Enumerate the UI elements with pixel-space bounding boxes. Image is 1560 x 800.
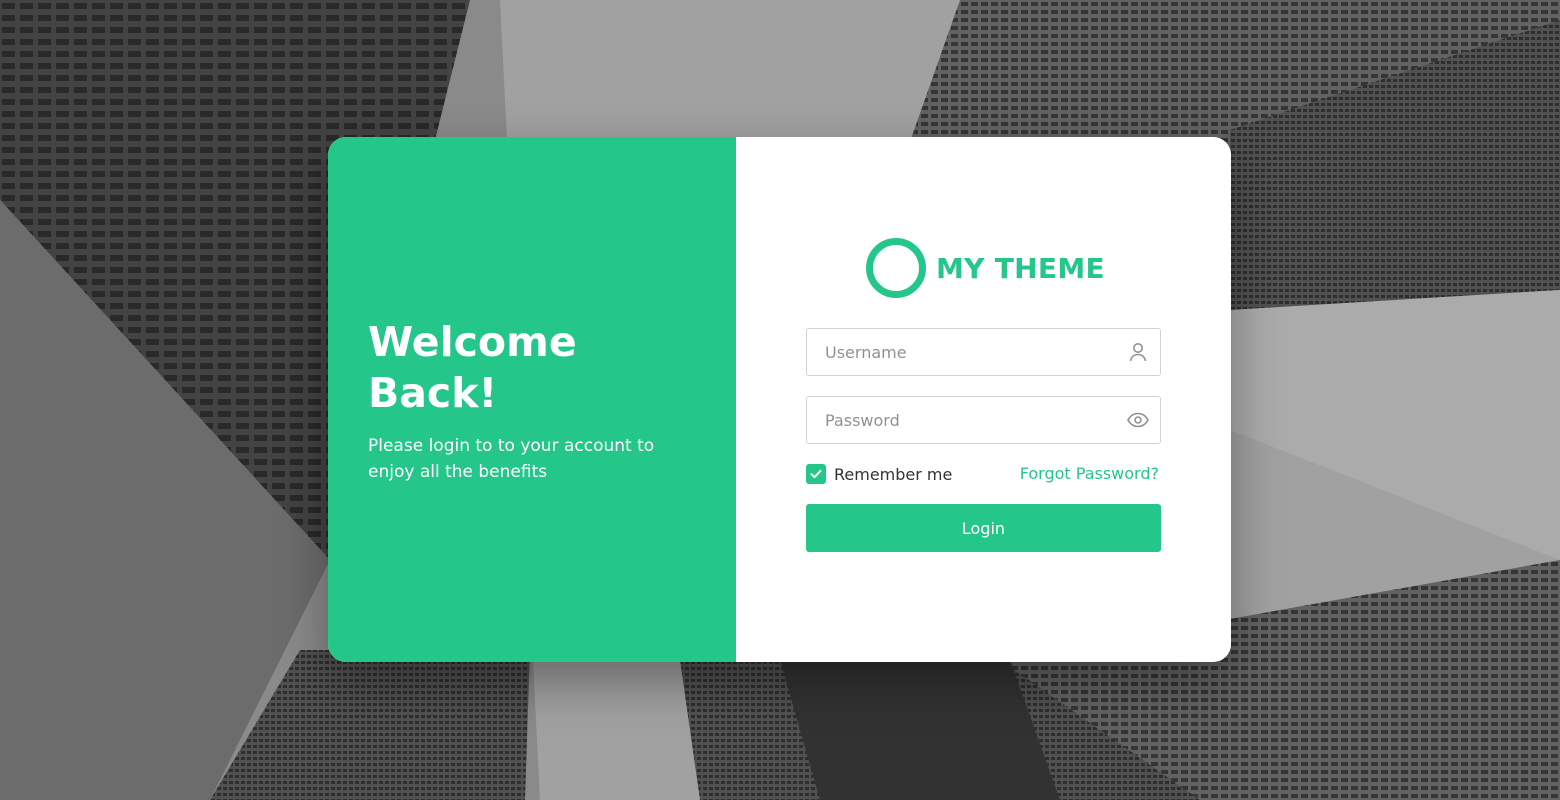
check-icon bbox=[810, 469, 822, 479]
password-field[interactable] bbox=[806, 396, 1161, 444]
brand-name: MY THEME bbox=[936, 251, 1105, 285]
remember-me[interactable]: Remember me bbox=[806, 464, 952, 484]
brand-logo: MY THEME bbox=[866, 237, 1105, 299]
username-input[interactable] bbox=[807, 329, 1115, 375]
login-card: Welcome Back! Please login to to your ac… bbox=[328, 137, 1231, 662]
welcome-panel: Welcome Back! Please login to to your ac… bbox=[328, 137, 736, 662]
welcome-subtitle: Please login to to your account to enjoy… bbox=[368, 436, 655, 482]
welcome-title: Welcome Back! bbox=[368, 318, 577, 417]
login-button[interactable]: Login bbox=[806, 504, 1161, 552]
password-input[interactable] bbox=[807, 397, 1115, 443]
remember-label: Remember me bbox=[834, 464, 953, 484]
logo-ring-icon bbox=[866, 238, 926, 298]
login-panel: MY THEME Username Remember me Forgot Pas… bbox=[736, 137, 1231, 662]
forgot-password-link[interactable]: Forgot Password? bbox=[1020, 464, 1159, 484]
eye-icon[interactable] bbox=[1126, 408, 1150, 432]
user-icon bbox=[1126, 340, 1150, 364]
username-field[interactable] bbox=[806, 328, 1161, 376]
remember-checkbox[interactable] bbox=[806, 464, 826, 484]
